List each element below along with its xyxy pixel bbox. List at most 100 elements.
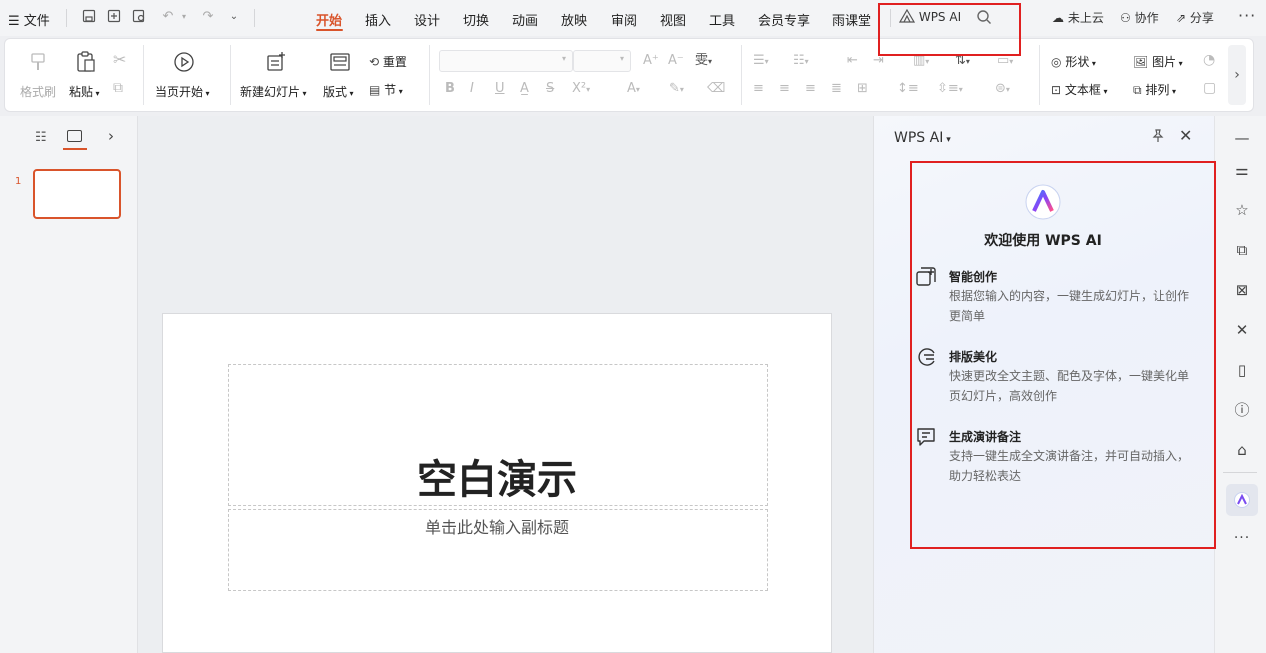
settings-sliders-icon[interactable]: ⚌ — [1228, 156, 1256, 184]
decrease-indent-icon[interactable]: ⇤ — [847, 54, 858, 67]
slide[interactable]: 空白演示 单击此处输入副标题 — [162, 313, 832, 653]
copy-icon[interactable]: ⧉ — [113, 81, 123, 95]
image-tool-icon[interactable]: ⊠ — [1228, 276, 1256, 304]
numbered-list-icon[interactable]: ☷▾ — [793, 54, 809, 67]
export-icon[interactable] — [106, 9, 122, 25]
star-icon[interactable]: ☆ — [1228, 196, 1256, 224]
bold-icon[interactable]: B — [445, 82, 455, 95]
textbox-icon: ⊡ — [1051, 83, 1062, 97]
active-tab-underline — [316, 29, 343, 31]
cloud-status-button[interactable]: ☁ 未上云 — [1052, 9, 1104, 26]
print-preview-icon[interactable] — [131, 9, 147, 25]
shadow-icon[interactable]: A̲ — [520, 82, 529, 95]
quick-access-dropdown-icon[interactable]: ⌄ — [226, 9, 242, 25]
translate-icon[interactable]: ⧉ — [1228, 236, 1256, 264]
align-right-icon[interactable]: ≡ — [805, 82, 816, 95]
collaborate-label: 协作 — [1134, 11, 1159, 25]
tab-design[interactable]: 设计 — [414, 10, 440, 29]
line-spacing-icon[interactable]: ↕≡ — [897, 82, 919, 95]
divider — [230, 45, 231, 105]
outline-icon[interactable]: ▢ — [1203, 81, 1216, 95]
more-tools-icon[interactable]: ··· — [1228, 524, 1256, 552]
outline-view-icon[interactable]: ☷ — [35, 130, 47, 145]
wps-ai-sidebar-icon[interactable] — [1226, 484, 1258, 516]
align-center-icon[interactable]: ≡ — [779, 82, 790, 95]
cloud-sync-icon: ☁ — [1052, 11, 1064, 25]
play-from-current-icon[interactable] — [173, 51, 195, 75]
phonetic-guide-icon[interactable]: 雯▾ — [695, 54, 712, 67]
share-button[interactable]: ⇗ 分享 — [1176, 9, 1214, 26]
ribbon-scroll-right-button[interactable]: › — [1228, 45, 1246, 105]
clear-format-icon[interactable]: ⌫ — [707, 82, 725, 95]
font-family-select[interactable]: ▾ — [439, 50, 573, 72]
layout-icon[interactable] — [329, 51, 351, 75]
from-current-button[interactable]: 当页开始 ▾ — [155, 83, 210, 100]
superscript-icon[interactable]: X²▾ — [572, 82, 590, 95]
format-painter-label[interactable]: 格式刷 — [20, 83, 56, 100]
tab-animations[interactable]: 动画 — [512, 10, 538, 29]
save-icon[interactable] — [81, 9, 97, 25]
title-placeholder[interactable]: 空白演示 — [228, 364, 768, 506]
chevron-right-icon[interactable]: › — [108, 127, 114, 145]
tab-home[interactable]: 开始 — [316, 10, 342, 29]
close-icon[interactable]: ✕ — [1179, 126, 1192, 145]
tab-view[interactable]: 视图 — [660, 10, 686, 29]
font-color-icon[interactable]: A▾ — [627, 82, 640, 95]
tab-membership[interactable]: 会员专享 — [758, 10, 810, 29]
file-menu[interactable]: ☰ 文件 — [8, 10, 50, 29]
slide-title: 空白演示 — [417, 457, 577, 503]
align-left-icon[interactable]: ≡ — [753, 82, 764, 95]
from-current-label: 当页开始 — [155, 85, 204, 99]
layout-button[interactable]: 版式 ▾ — [323, 83, 354, 100]
picture-button[interactable]: 🖼︎ 图片 ▾ — [1133, 53, 1183, 70]
redo-icon[interactable]: ↷ — [200, 9, 216, 25]
distributed-icon[interactable]: ⊞ — [857, 82, 868, 95]
tab-review[interactable]: 审阅 — [611, 10, 637, 29]
font-size-select[interactable]: ▾ — [573, 50, 631, 72]
tab-tools[interactable]: 工具 — [709, 10, 735, 29]
more-options-icon[interactable]: ··· — [1238, 6, 1256, 25]
slide-thumbnail[interactable] — [33, 169, 121, 219]
undo-dropdown-icon[interactable]: ▾ — [176, 9, 192, 25]
slide-view-icon[interactable] — [67, 130, 82, 142]
paragraph-settings-icon[interactable]: ⊜▾ — [995, 82, 1010, 95]
ai-panel-header-button[interactable]: WPS AI ▾ — [894, 130, 951, 146]
paragraph-spacing-icon[interactable]: ⇳≡▾ — [937, 82, 963, 95]
new-slide-icon[interactable] — [265, 51, 287, 75]
new-slide-button[interactable]: 新建幻灯片 ▾ — [240, 83, 307, 100]
tools-icon[interactable]: ✕ — [1228, 316, 1256, 344]
pin-icon[interactable] — [1150, 128, 1166, 148]
strikethrough-icon[interactable]: S — [546, 82, 554, 95]
tab-transitions[interactable]: 切换 — [463, 10, 489, 29]
bullet-list-icon[interactable]: ☰▾ — [753, 54, 769, 67]
picture-icon: 🖼︎ — [1133, 55, 1149, 69]
section-button[interactable]: ▤ 节 ▾ — [369, 81, 403, 98]
cut-icon[interactable]: ✂ — [113, 52, 126, 68]
format-painter-icon[interactable] — [27, 51, 49, 77]
highlight-box-ai-features — [910, 161, 1216, 549]
help-icon[interactable]: ⓘ — [1228, 396, 1256, 424]
decrease-font-icon[interactable]: A⁻ — [668, 54, 684, 67]
paste-icon[interactable] — [75, 50, 97, 76]
shape-button[interactable]: ◎ 形状 ▾ — [1051, 53, 1096, 70]
italic-icon[interactable]: I — [470, 82, 474, 95]
subtitle-placeholder[interactable]: 单击此处输入副标题 — [228, 509, 768, 591]
textbox-button[interactable]: ⊡ 文本框 ▾ — [1051, 81, 1107, 98]
fill-icon[interactable]: ◔ — [1203, 53, 1215, 67]
underline-icon[interactable]: U — [495, 82, 505, 95]
section-label: 节 — [384, 83, 397, 97]
tab-slideshow[interactable]: 放映 — [561, 10, 587, 29]
collapse-icon[interactable]: — — [1228, 124, 1256, 152]
collaborate-button[interactable]: ⚇ 协作 — [1120, 9, 1159, 26]
tab-rain-classroom[interactable]: 雨课堂 — [832, 10, 871, 29]
reset-button[interactable]: ⟲ 重置 — [369, 53, 407, 70]
shirt-icon[interactable]: ⌂ — [1228, 436, 1256, 464]
justify-icon[interactable]: ≣ — [831, 82, 842, 95]
highlight-icon[interactable]: ✎▾ — [669, 82, 684, 95]
book-icon[interactable]: ▯ — [1228, 356, 1256, 384]
tab-insert[interactable]: 插入 — [365, 10, 391, 29]
arrange-button[interactable]: ⧉ 排列 ▾ — [1133, 81, 1176, 98]
paste-button[interactable]: 粘贴 ▾ — [69, 83, 100, 100]
increase-font-icon[interactable]: A⁺ — [643, 54, 659, 67]
undo-icon[interactable]: ↶ — [160, 9, 176, 25]
